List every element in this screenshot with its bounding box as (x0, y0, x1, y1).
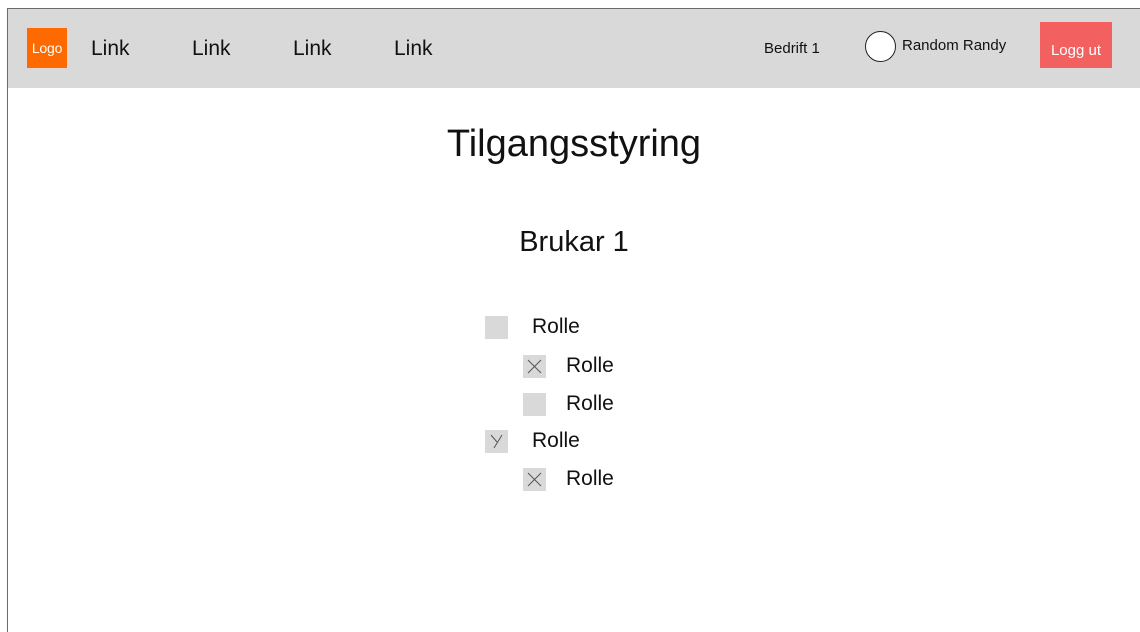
role-item[interactable]: Rolle (523, 467, 614, 491)
nav-link-4[interactable]: Link (394, 37, 433, 61)
nav-link-1[interactable]: Link (91, 37, 130, 61)
nav-link-3[interactable]: Link (293, 37, 332, 61)
user-title: Brukar 1 (519, 226, 629, 258)
role-item[interactable]: Rolle (523, 392, 614, 416)
logout-button[interactable]: Logg ut (1040, 22, 1112, 68)
role-item[interactable]: Rolle (485, 429, 580, 453)
cross-icon (527, 359, 542, 373)
role-label: Rolle (532, 429, 580, 452)
username: Random Randy (902, 37, 1007, 54)
page-title: Tilgangsstyring (446, 123, 702, 165)
partial-cross-icon (490, 434, 503, 448)
role-checkbox[interactable] (485, 429, 508, 453)
role-checkbox[interactable] (523, 392, 546, 416)
role-label: Rolle (566, 467, 614, 490)
cross-icon (527, 472, 542, 486)
role-label: Rolle (566, 354, 614, 377)
logo[interactable]: Logo (27, 28, 67, 68)
role-item[interactable]: Rolle (485, 315, 580, 339)
role-label: Rolle (532, 315, 580, 338)
role-label: Rolle (566, 392, 614, 415)
role-item[interactable]: Rolle (523, 354, 614, 378)
top-navigation-bar: Logo Link Link Link Link Bedrift 1 Rando… (8, 9, 1140, 88)
role-checkbox[interactable] (523, 354, 546, 378)
nav-link-2[interactable]: Link (192, 37, 231, 61)
role-checkbox[interactable] (485, 315, 508, 339)
company-name: Bedrift 1 (764, 40, 820, 57)
role-checkbox[interactable] (523, 467, 546, 491)
app-frame: Logo Link Link Link Link Bedrift 1 Rando… (7, 8, 1140, 632)
avatar[interactable] (865, 31, 896, 62)
